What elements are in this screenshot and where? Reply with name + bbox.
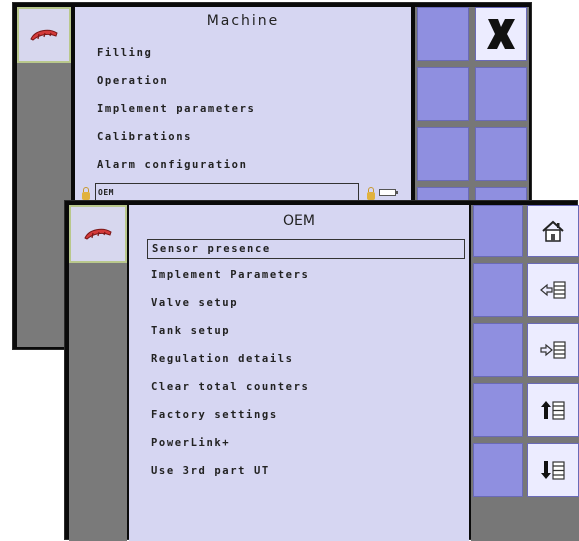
softkey-blank-3[interactable] [473, 323, 523, 377]
oem-screen: OEM Sensor presence Implement Parameters… [64, 200, 579, 541]
machine-logo-icon [30, 29, 58, 41]
softkey-blank-2[interactable] [473, 263, 523, 317]
menu-item-regulation-details[interactable]: Regulation details [151, 353, 294, 365]
previous-page-button[interactable] [527, 263, 579, 317]
close-button[interactable] [475, 7, 527, 61]
softkey-3-1[interactable] [417, 127, 469, 181]
menu-item-operation[interactable]: Operation [97, 75, 168, 87]
oem-menu-panel: OEM Sensor presence Implement Parameters… [129, 205, 469, 541]
menu-item-valve-setup[interactable]: Valve setup [151, 297, 238, 309]
menu-item-filling[interactable]: Filling [97, 47, 152, 59]
softkey-1-1[interactable] [417, 7, 469, 61]
next-page-button[interactable] [527, 323, 579, 377]
menu-item-factory-settings[interactable]: Factory settings [151, 409, 278, 421]
softkey-blank-4[interactable] [473, 383, 523, 437]
lock-icon [82, 187, 90, 200]
page-title: Machine [206, 13, 280, 29]
machine-logo-button[interactable] [17, 7, 71, 63]
menu-item-powerlink[interactable]: PowerLink+ [151, 437, 230, 449]
softkey-2-2[interactable] [475, 67, 527, 121]
home-button[interactable] [527, 205, 579, 257]
lock-icon [367, 187, 375, 200]
arrow-down-list-icon [541, 461, 565, 480]
close-icon [487, 19, 515, 49]
home-icon [542, 220, 564, 242]
menu-item-tank-setup[interactable]: Tank setup [151, 325, 230, 337]
softkey-blank-5[interactable] [473, 443, 523, 497]
arrow-left-list-icon [540, 281, 566, 299]
oem-logo-button[interactable] [69, 205, 127, 263]
softkey-3-2[interactable] [475, 127, 527, 181]
menu-item-alarm-configuration[interactable]: Alarm configuration [97, 159, 248, 171]
menu-item-implement-parameters[interactable]: Implement Parameters [151, 269, 309, 281]
softkey-2-1[interactable] [417, 67, 469, 121]
menu-item-implement-parameters[interactable]: Implement parameters [97, 103, 255, 115]
arrow-right-list-icon [540, 341, 566, 359]
scroll-down-button[interactable] [527, 443, 579, 497]
scroll-up-button[interactable] [527, 383, 579, 437]
menu-item-sensor-presence[interactable]: Sensor presence [147, 239, 465, 259]
arrow-up-list-icon [541, 401, 565, 420]
machine-logo-icon [84, 228, 112, 240]
menu-item-use-3rd-part-ut[interactable]: Use 3rd part UT [151, 465, 270, 477]
battery-icon [379, 189, 398, 196]
softkey-blank-1[interactable] [473, 205, 523, 257]
menu-item-clear-total-counters[interactable]: Clear total counters [151, 381, 309, 393]
menu-item-calibrations[interactable]: Calibrations [97, 131, 192, 143]
page-title: OEM [283, 213, 315, 229]
